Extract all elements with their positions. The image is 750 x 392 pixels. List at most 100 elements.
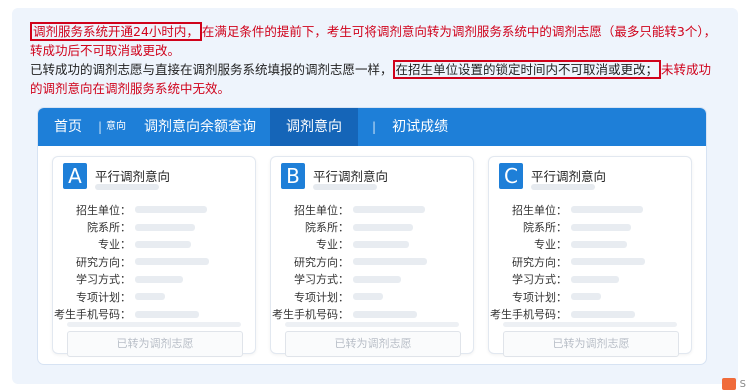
field-row: 院系所： <box>53 218 255 235</box>
card-letter-badge: A <box>63 163 87 189</box>
card-letter-badge: B <box>281 163 305 189</box>
card-title: 平行调剂意向 <box>95 169 171 184</box>
card-title: 平行调剂意向 <box>531 169 607 184</box>
field-label: 专业： <box>534 238 567 252</box>
field-label: 院系所： <box>305 221 349 235</box>
nav-separator: | <box>98 120 103 134</box>
field-label: 考生手机号码： <box>272 308 349 322</box>
field-row: 研究方向： <box>489 253 691 270</box>
field-row: 学习方式： <box>53 271 255 288</box>
redacted-value <box>571 240 627 248</box>
corner-widget: S <box>721 378 746 390</box>
field-row: 研究方向： <box>53 253 255 270</box>
field-label: 学习方式： <box>512 273 567 287</box>
intent-card-c: C 平行调剂意向 招生单位： 院系所： 专业： 研究方向： 学习方式： 专项计划… <box>488 156 692 357</box>
field-label: 学习方式： <box>76 273 131 287</box>
field-label: 考生手机号码： <box>54 308 131 322</box>
notice-equivalence-text: 已转成功的调剂志愿与直接在调剂服务系统填报的调剂志愿一样， <box>30 62 393 77</box>
field-row: 院系所： <box>271 218 473 235</box>
redacted-value <box>135 206 207 214</box>
field-label: 研究方向： <box>294 255 349 269</box>
field-row: 招生单位： <box>489 201 691 218</box>
redacted-value <box>353 240 409 248</box>
field-row: 专业： <box>489 236 691 253</box>
redacted-note <box>503 322 677 327</box>
redacted-value <box>571 223 631 231</box>
field-label: 招生单位： <box>294 203 349 217</box>
nav-home[interactable]: 首页 <box>38 108 96 146</box>
field-row: 专项计划： <box>489 288 691 305</box>
nav-intent-small[interactable]: 意向 <box>104 108 130 146</box>
field-label: 专项计划： <box>294 290 349 304</box>
card-fields: 招生单位： 院系所： 专业： 研究方向： 学习方式： 专项计划： 考生手机号码： <box>53 201 255 323</box>
field-row: 考生手机号码： <box>489 305 691 322</box>
field-row: 学习方式： <box>271 271 473 288</box>
redacted-value <box>135 275 183 283</box>
field-label: 招生单位： <box>512 203 567 217</box>
field-row: 学习方式： <box>489 271 691 288</box>
redacted-value <box>135 310 199 318</box>
card-fields: 招生单位： 院系所： 专业： 研究方向： 学习方式： 专项计划： 考生手机号码： <box>271 201 473 323</box>
intent-card-a: A 平行调剂意向 招生单位： 院系所： 专业： 研究方向： 学习方式： 专项计划… <box>52 156 256 357</box>
notice-text: 调剂服务系统开通24小时内， 在满足条件的提前下，考生可将调剂意向转为调剂服务系统… <box>30 22 720 98</box>
field-label: 招生单位： <box>76 203 131 217</box>
notice-highlight-lock: 在招生单位设置的锁定时间内不可取消或更改； <box>392 60 662 79</box>
app-logo-icon <box>721 378 736 390</box>
redacted-value <box>135 223 195 231</box>
field-row: 招生单位： <box>53 201 255 218</box>
redacted-value <box>353 258 427 266</box>
redacted-value <box>353 293 383 301</box>
field-row: 专项计划： <box>271 288 473 305</box>
redacted-note <box>285 322 459 327</box>
top-nav: 首页 | 意向 调剂意向余额查询 调剂意向 | 初试成绩 <box>38 108 706 146</box>
redacted-value <box>135 258 209 266</box>
redacted-value <box>353 310 417 318</box>
nav-initial-score[interactable]: 初试成绩 <box>378 108 462 146</box>
field-label: 专项计划： <box>76 290 131 304</box>
redacted-value <box>571 275 619 283</box>
converted-button[interactable]: 已转为调剂志愿 <box>67 331 243 357</box>
redacted-note <box>67 322 241 327</box>
field-label: 学习方式： <box>294 273 349 287</box>
field-label: 专业： <box>98 238 131 252</box>
field-label: 研究方向： <box>76 255 131 269</box>
nav-quota-query[interactable]: 调剂意向余额查询 <box>130 108 270 146</box>
notice-highlight-24h: 调剂服务系统开通24小时内， <box>30 22 202 41</box>
field-row: 专业： <box>271 236 473 253</box>
field-row: 专项计划： <box>53 288 255 305</box>
redacted-value <box>353 223 413 231</box>
field-label: 专业： <box>316 238 349 252</box>
intent-card-b: B 平行调剂意向 招生单位： 院系所： 专业： 研究方向： 学习方式： 专项计划… <box>270 156 474 357</box>
converted-button[interactable]: 已转为调剂志愿 <box>285 331 461 357</box>
field-label: 院系所： <box>523 221 567 235</box>
field-row: 专业： <box>53 236 255 253</box>
field-label: 研究方向： <box>512 255 567 269</box>
redacted-text <box>313 184 377 190</box>
intent-app: 首页 | 意向 调剂意向余额查询 调剂意向 | 初试成绩 A 平行调剂意向 招生… <box>38 108 706 364</box>
field-row: 考生手机号码： <box>53 305 255 322</box>
redacted-value <box>571 310 635 318</box>
redacted-value <box>571 258 645 266</box>
field-row: 研究方向： <box>271 253 473 270</box>
field-label: 专项计划： <box>512 290 567 304</box>
card-letter-badge: C <box>499 163 523 189</box>
redacted-value <box>571 206 643 214</box>
nav-intent-active[interactable]: 调剂意向 <box>270 108 359 146</box>
converted-button[interactable]: 已转为调剂志愿 <box>503 331 679 357</box>
redacted-text <box>531 184 595 190</box>
corner-label: S <box>739 379 746 390</box>
field-row: 院系所： <box>489 218 691 235</box>
nav-separator: | <box>372 120 377 134</box>
redacted-value <box>353 206 425 214</box>
redacted-value <box>135 240 191 248</box>
intent-cards: A 平行调剂意向 招生单位： 院系所： 专业： 研究方向： 学习方式： 专项计划… <box>38 146 706 357</box>
field-label: 院系所： <box>87 221 131 235</box>
redacted-value <box>353 275 401 283</box>
field-label: 考生手机号码： <box>490 308 567 322</box>
redacted-value <box>135 293 165 301</box>
card-title: 平行调剂意向 <box>313 169 389 184</box>
field-row: 考生手机号码： <box>271 305 473 322</box>
field-row: 招生单位： <box>271 201 473 218</box>
redacted-value <box>571 293 601 301</box>
card-fields: 招生单位： 院系所： 专业： 研究方向： 学习方式： 专项计划： 考生手机号码： <box>489 201 691 323</box>
